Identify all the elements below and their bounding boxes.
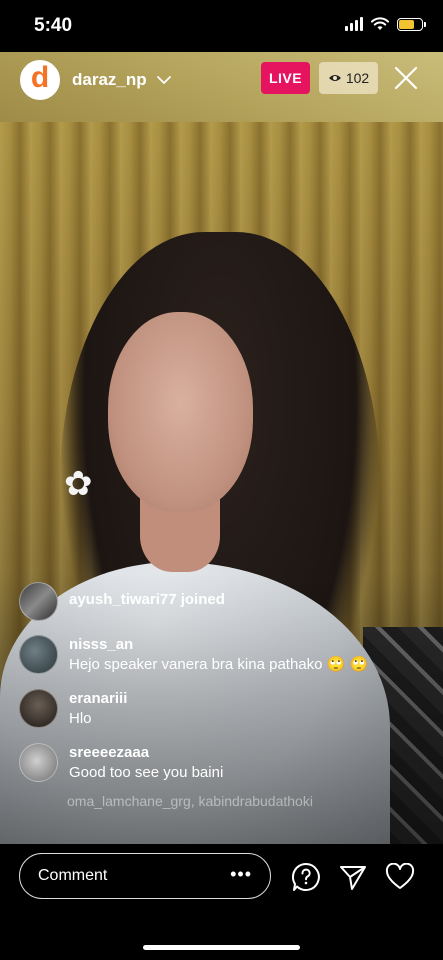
question-button[interactable] xyxy=(290,861,322,893)
comment-user[interactable]: ayush_tiwari77 joined xyxy=(69,591,225,608)
list-item: ayush_tiwari77 joined xyxy=(19,582,419,621)
list-item: eranariii Hlo xyxy=(19,689,419,729)
comment-text: Hejo speaker vanera bra kina pathako 🙄 🙄 xyxy=(69,656,369,673)
comment-user[interactable]: nisss_an xyxy=(69,635,368,655)
like-button[interactable] xyxy=(384,861,416,893)
close-button[interactable] xyxy=(391,62,421,94)
avatar[interactable] xyxy=(19,743,58,782)
bottom-bar: Comment ••• xyxy=(0,844,443,960)
host-info[interactable]: d daraz_np xyxy=(20,60,171,100)
avatar[interactable] xyxy=(19,635,58,674)
avatar[interactable] xyxy=(19,582,58,621)
comment-placeholder: Comment xyxy=(38,867,108,884)
viewer-count: 102 xyxy=(345,70,370,86)
faded-comment: oma_lamchane_grg, kabindrabudathoki xyxy=(67,793,313,809)
live-badge: LIVE xyxy=(261,62,310,94)
live-comments: ayush_tiwari77 joined nisss_an Hejo spea… xyxy=(19,582,419,809)
paper-plane-icon xyxy=(340,866,366,890)
question-icon xyxy=(291,862,320,891)
wifi-icon xyxy=(371,17,389,30)
flower-earring: ✿ xyxy=(64,465,93,503)
comment-text: Good too see you baini xyxy=(69,764,224,781)
status-bar: 5:40 xyxy=(0,0,443,52)
close-icon xyxy=(394,66,418,90)
status-time: 5:40 xyxy=(34,15,73,36)
heart-icon xyxy=(385,863,415,889)
list-item: nisss_an Hejo speaker vanera bra kina pa… xyxy=(19,635,419,675)
share-button[interactable] xyxy=(337,861,369,893)
eye-icon xyxy=(328,75,341,81)
more-options-button[interactable]: ••• xyxy=(230,864,252,885)
host-avatar[interactable]: d xyxy=(20,60,60,100)
battery-icon xyxy=(397,17,426,31)
avatar[interactable] xyxy=(19,689,58,728)
comment-user[interactable]: eranariii xyxy=(69,689,127,709)
comment-input[interactable]: Comment ••• xyxy=(19,853,271,899)
list-item: sreeeezaaa Good too see you baini xyxy=(19,743,419,783)
viewer-count-badge[interactable]: 102 xyxy=(319,62,378,94)
cellular-signal-icon xyxy=(345,17,363,31)
home-indicator[interactable] xyxy=(143,945,300,950)
chevron-down-icon[interactable] xyxy=(156,75,171,85)
comment-text: Hlo xyxy=(69,710,92,727)
comment-user[interactable]: sreeeezaaa xyxy=(69,743,223,763)
host-name[interactable]: daraz_np xyxy=(72,70,147,90)
status-icons xyxy=(345,17,426,31)
